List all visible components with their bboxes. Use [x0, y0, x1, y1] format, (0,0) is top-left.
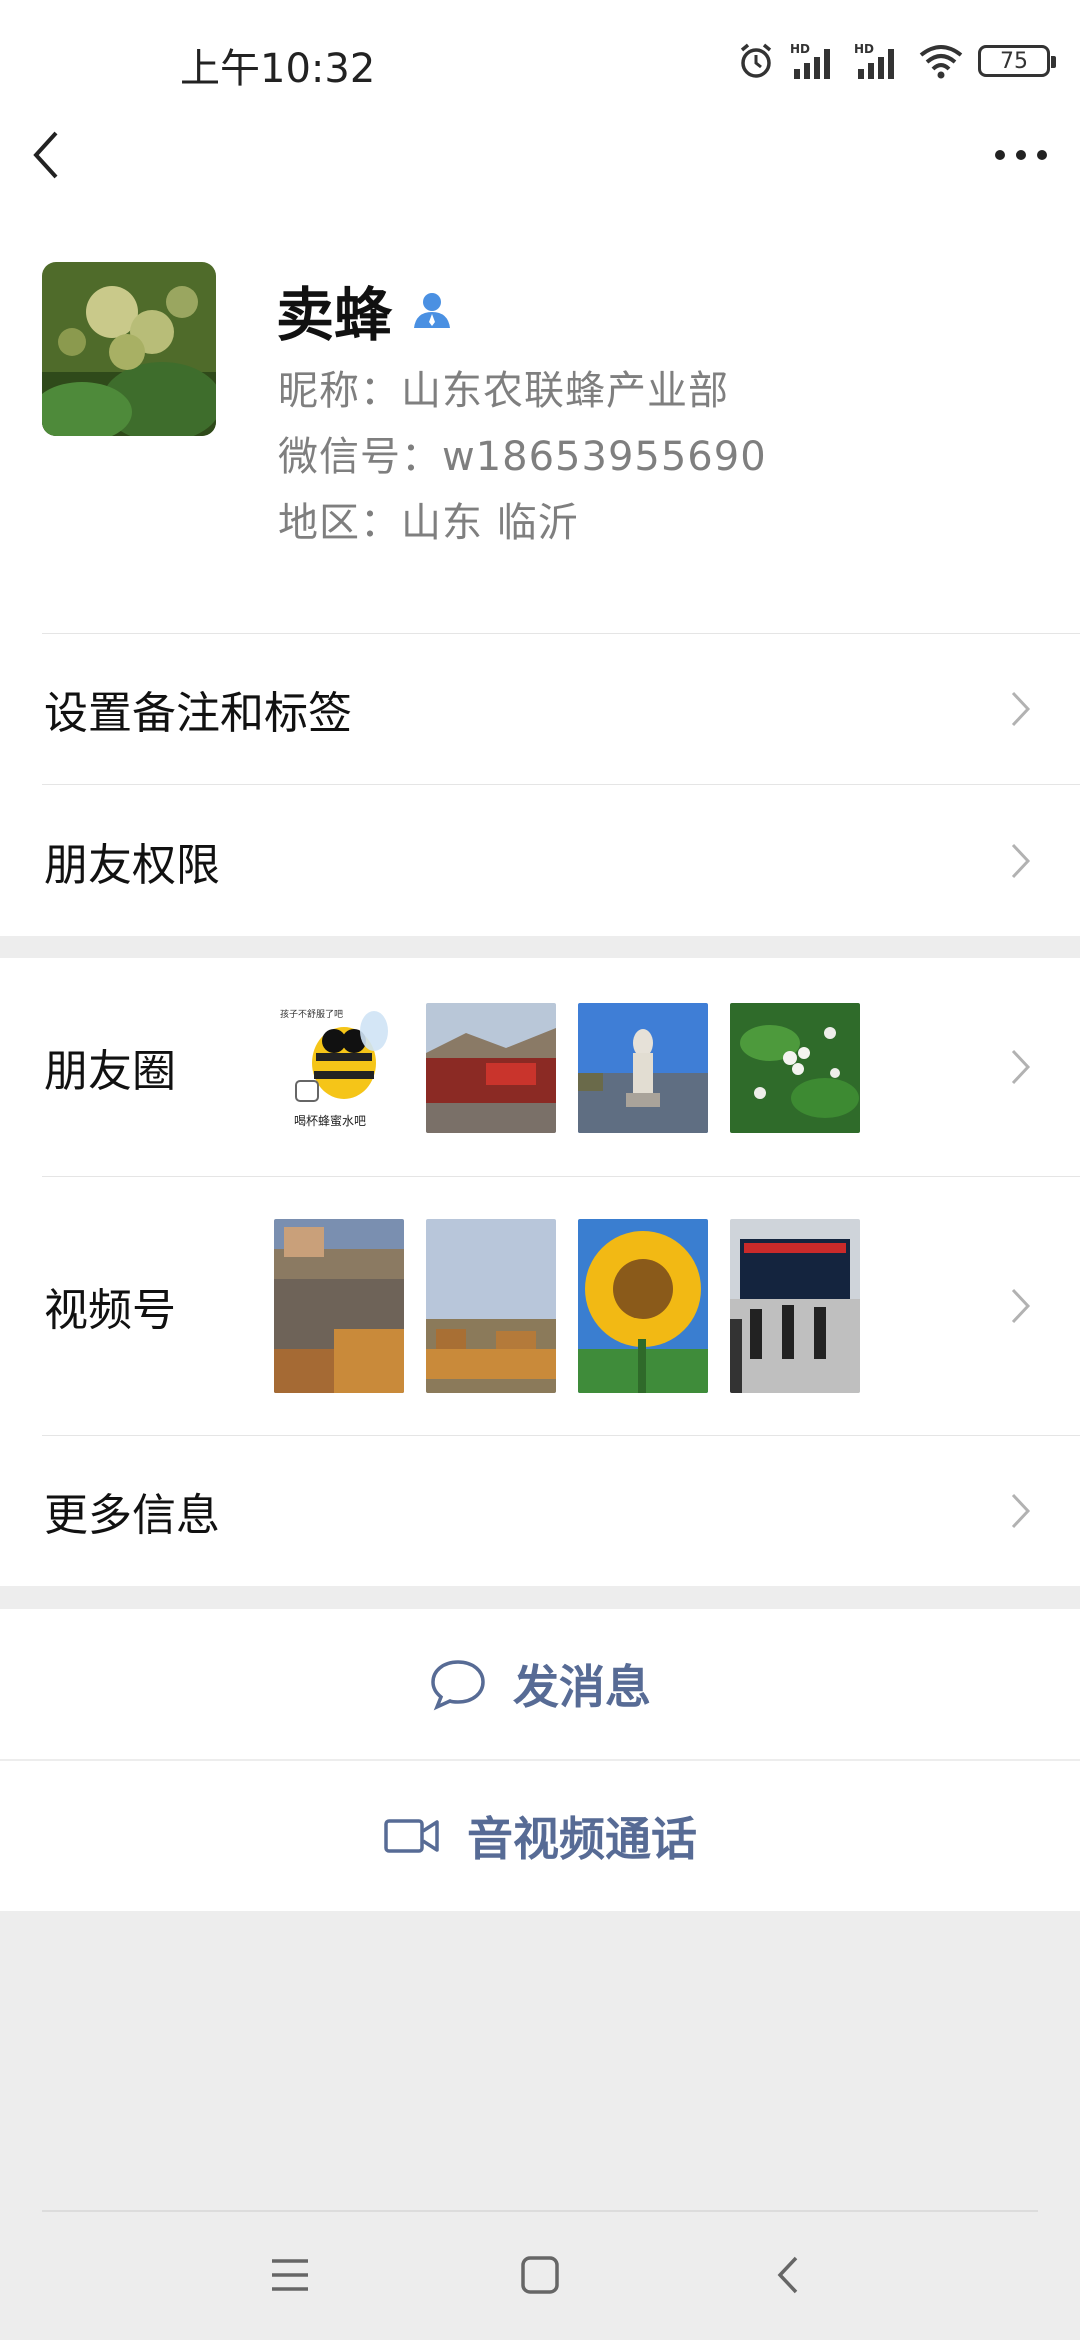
moments-thumb[interactable] — [426, 1003, 556, 1133]
more-button[interactable] — [986, 120, 1056, 190]
send-message-button[interactable]: 发消息 — [0, 1609, 1080, 1759]
video-call-label: 音视频通话 — [467, 1812, 697, 1866]
channels-label: 视频号 — [44, 1285, 176, 1336]
menu-lines-icon — [272, 2259, 308, 2291]
channels-row[interactable]: 视频号 — [0, 1177, 1080, 1435]
profile-region: 地区：山东 临沂 — [278, 500, 579, 546]
home-square-icon — [521, 2256, 559, 2294]
video-call-button[interactable]: 音视频通话 — [0, 1761, 1080, 1911]
profile-name: 卖蜂 — [276, 281, 393, 349]
moments-thumb[interactable] — [730, 1003, 860, 1133]
channels-thumb[interactable] — [426, 1219, 556, 1393]
status-time: 上午10:32 — [180, 46, 376, 92]
moments-thumb[interactable]: 孩子不舒服了吧 喝杯蜂蜜水吧 — [274, 1003, 404, 1133]
more-info-label: 更多信息 — [44, 1490, 220, 1541]
video-camera-icon — [384, 1819, 439, 1853]
permissions-label: 朋友权限 — [44, 839, 220, 891]
moments-thumb[interactable] — [578, 1003, 708, 1133]
avatar[interactable] — [42, 262, 216, 436]
channels-thumbnails — [274, 1219, 860, 1393]
send-message-label: 发消息 — [513, 1660, 651, 1714]
remark-tags-label: 设置备注和标签 — [44, 688, 352, 739]
chat-bubble-icon — [431, 1660, 485, 1711]
moments-row[interactable]: 朋友圈 孩子不舒服了吧 喝杯蜂蜜水吧 — [0, 958, 1080, 1176]
profile-nickname: 昵称：山东农联蜂产业部 — [278, 368, 729, 414]
chevron-left-icon — [33, 131, 58, 179]
chevron-right-icon — [1011, 1049, 1031, 1085]
divider — [42, 2210, 1038, 2212]
moments-thumbnails: 孩子不舒服了吧 喝杯蜂蜜水吧 — [274, 1003, 860, 1133]
signal-hd-icon: HD — [790, 41, 840, 81]
back-button[interactable] — [28, 120, 88, 190]
person-icon — [414, 293, 451, 328]
menu-button[interactable] — [250, 2240, 330, 2310]
moments-thumb-caption-top: 孩子不舒服了吧 — [280, 1008, 343, 1020]
status-bar: 上午10:32 HD HD 75 — [0, 0, 1080, 120]
svg-text:HD: HD — [790, 42, 810, 56]
alarm-icon — [736, 41, 776, 81]
profile-name-row: 卖蜂 — [276, 268, 454, 352]
chevron-right-icon — [1011, 691, 1031, 727]
moments-thumb-caption-bottom: 喝杯蜂蜜水吧 — [294, 1113, 366, 1128]
signal-hd-icon: HD — [854, 41, 904, 81]
channels-thumb[interactable] — [578, 1219, 708, 1393]
svg-text:HD: HD — [854, 42, 874, 56]
wifi-icon — [918, 41, 964, 81]
permissions-row[interactable]: 朋友权限 — [0, 785, 1080, 936]
android-back-button[interactable] — [748, 2240, 828, 2310]
settings-section: 设置备注和标签 朋友权限 — [0, 634, 1080, 936]
channels-thumb[interactable] — [274, 1219, 404, 1393]
more-info-row[interactable]: 更多信息 — [0, 1436, 1080, 1586]
battery-icon: 75 — [978, 45, 1056, 77]
moments-label: 朋友圈 — [44, 1046, 176, 1097]
status-icons: HD HD 75 — [736, 36, 1056, 86]
nav-bar — [0, 120, 1080, 190]
remark-tags-row[interactable]: 设置备注和标签 — [0, 634, 1080, 784]
feed-section: 朋友圈 孩子不舒服了吧 喝杯蜂蜜水吧 视频号 更多信息 — [0, 958, 1080, 1586]
chevron-right-icon — [1011, 1493, 1031, 1529]
back-arrow-icon — [777, 2256, 798, 2294]
more-dots-icon — [995, 150, 1047, 160]
android-nav-bar — [0, 2240, 1080, 2310]
profile-wechat-id: 微信号：w18653955690 — [278, 434, 767, 480]
chevron-right-icon — [1011, 1288, 1031, 1324]
home-button[interactable] — [500, 2240, 580, 2310]
chevron-right-icon — [1011, 843, 1031, 878]
channels-thumb[interactable] — [730, 1219, 860, 1393]
profile-card: 卖蜂 昵称：山东农联蜂产业部 微信号：w18653955690 地区：山东 临沂 — [0, 190, 1080, 634]
